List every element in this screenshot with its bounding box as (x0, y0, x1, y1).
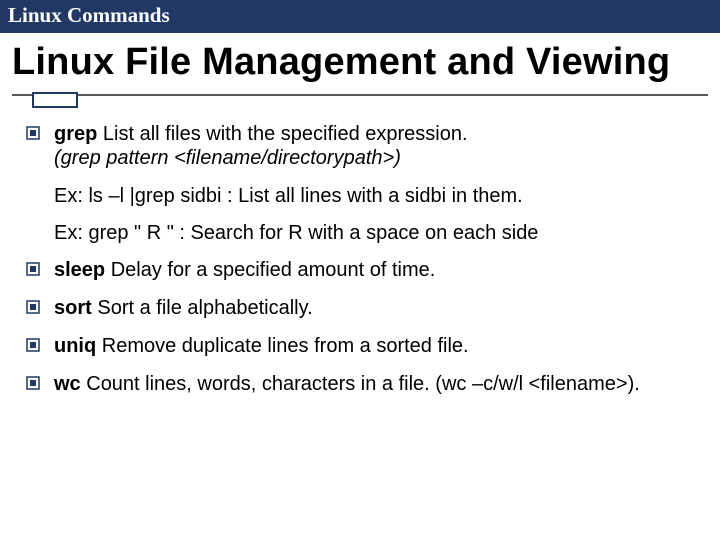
slide: Linux Commands Linux File Management and… (0, 0, 720, 540)
cmd-desc: List all files with the specified expres… (97, 123, 467, 145)
cmd-desc: Remove duplicate lines from a sorted fil… (96, 335, 468, 357)
example-line: Ex: ls –l |grep sidbi : List all lines w… (26, 184, 694, 209)
content-area: grep List all files with the specified e… (26, 122, 694, 396)
bullet-icon (26, 376, 40, 390)
title-rule (12, 94, 708, 96)
list-item: grep List all files with the specified e… (26, 122, 694, 170)
cmd-name: sleep (54, 259, 105, 281)
cmd-name: uniq (54, 335, 96, 357)
list-item: sleep Delay for a specified amount of ti… (26, 258, 694, 282)
cmd-syntax: (grep pattern <filename/directorypath>) (54, 147, 401, 169)
list-item: sort Sort a file alphabetically. (26, 296, 694, 320)
bullet-icon (26, 262, 40, 276)
cmd-desc: Delay for a specified amount of time. (105, 259, 435, 281)
example-line: Ex: grep " R " : Search for R with a spa… (26, 221, 694, 246)
title-rule-wrap (12, 94, 708, 116)
header-text: Linux Commands (8, 3, 170, 27)
page-title: Linux File Management and Viewing (12, 41, 708, 84)
title-accent-box (32, 92, 78, 108)
list-item: wc Count lines, words, characters in a f… (26, 372, 694, 396)
cmd-desc: Sort a file alphabetically. (92, 297, 313, 319)
bullet-icon (26, 126, 40, 140)
cmd-name: sort (54, 297, 92, 319)
bullet-icon (26, 300, 40, 314)
bullet-icon (26, 338, 40, 352)
cmd-name: wc (54, 373, 81, 395)
header-bar: Linux Commands (0, 0, 720, 33)
list-item: uniq Remove duplicate lines from a sorte… (26, 334, 694, 358)
cmd-name: grep (54, 123, 97, 145)
cmd-desc: Count lines, words, characters in a file… (81, 373, 640, 395)
